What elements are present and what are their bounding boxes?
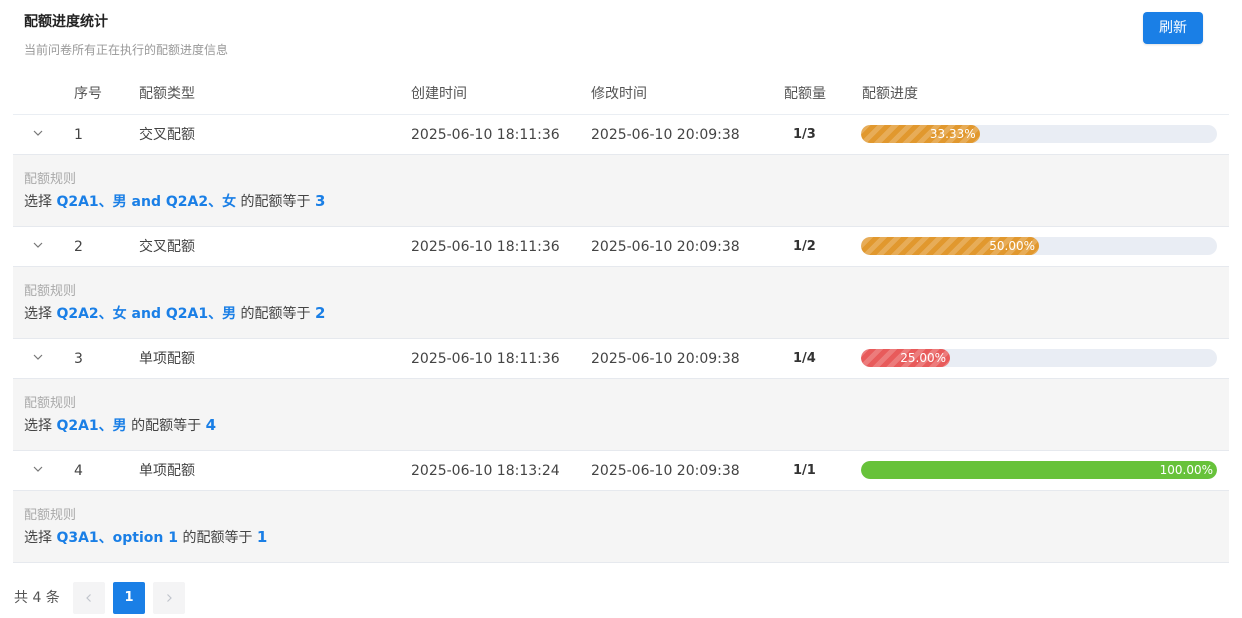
- prev-page-button[interactable]: [73, 582, 105, 614]
- table-row[interactable]: 3 单项配额 2025-06-10 18:11:36 2025-06-10 20…: [13, 339, 1229, 379]
- rule-suffix: 的配额等于: [240, 306, 311, 322]
- row-modified: 2025-06-10 20:09:38: [591, 463, 740, 479]
- rule-condition: Q3A1、option 1: [56, 530, 179, 546]
- row-index: 4: [74, 463, 83, 479]
- rule-label: 配额规则: [24, 172, 77, 187]
- row-index: 3: [74, 351, 83, 367]
- rule-prefix: 选择: [24, 530, 52, 546]
- progress-bar: 100.00%: [861, 461, 1217, 479]
- row-modified: 2025-06-10 20:09:38: [591, 127, 740, 143]
- progress-bar: 50.00%: [861, 237, 1217, 255]
- progress-label: 100.00%: [1159, 463, 1213, 477]
- progress-label: 25.00%: [900, 351, 946, 365]
- rule-suffix: 的配额等于: [131, 418, 202, 434]
- rule-prefix: 选择: [24, 306, 52, 322]
- chevron-down-icon[interactable]: [32, 351, 44, 363]
- rule-text: 选择 Q3A1、option 1 的配额等于 1: [24, 528, 267, 547]
- progress-fill: 100.00%: [861, 461, 1217, 479]
- page-title: 配额进度统计: [24, 14, 108, 30]
- progress-bar: 25.00%: [861, 349, 1217, 367]
- rule-label: 配额规则: [24, 508, 77, 523]
- row-created: 2025-06-10 18:11:36: [411, 239, 560, 255]
- rule-condition: Q2A2、女 and Q2A1、男: [56, 306, 237, 322]
- column-header-type: 配额类型: [139, 86, 195, 102]
- column-header-quantity: 配额量: [784, 86, 826, 102]
- row-index: 1: [74, 127, 83, 143]
- row-quantity: 1/3: [793, 127, 816, 142]
- rule-text: 选择 Q2A2、女 and Q2A1、男 的配额等于 2: [24, 304, 325, 323]
- rule-prefix: 选择: [24, 418, 52, 434]
- chevron-down-icon[interactable]: [32, 239, 44, 251]
- rule-count: 1: [256, 528, 268, 546]
- pagination-total: 共 4 条: [14, 590, 60, 606]
- row-type: 单项配额: [139, 351, 195, 367]
- rule-count: 4: [205, 416, 217, 434]
- pagination: 共 4 条 1: [14, 582, 314, 614]
- table-header: 序号 配额类型 创建时间 修改时间 配额量 配额进度: [13, 74, 1229, 115]
- rule-label: 配额规则: [24, 396, 77, 411]
- expanded-rule-panel: 配额规则 选择 Q2A1、男 and Q2A2、女 的配额等于 3: [13, 155, 1229, 227]
- rule-text: 选择 Q2A1、男 and Q2A2、女 的配额等于 3: [24, 192, 325, 211]
- chevron-right-icon: [167, 594, 172, 602]
- row-modified: 2025-06-10 20:09:38: [591, 351, 740, 367]
- progress-label: 50.00%: [989, 239, 1035, 253]
- rule-suffix: 的配额等于: [240, 194, 311, 210]
- progress-label: 33.33%: [929, 127, 976, 141]
- column-header-progress: 配额进度: [862, 86, 918, 102]
- row-modified: 2025-06-10 20:09:38: [591, 239, 740, 255]
- next-page-button[interactable]: [153, 582, 185, 614]
- table-row[interactable]: 4 单项配额 2025-06-10 18:13:24 2025-06-10 20…: [13, 451, 1229, 491]
- row-type: 交叉配额: [139, 239, 195, 255]
- progress-fill: 50.00%: [861, 237, 1039, 255]
- refresh-button[interactable]: 刷新: [1143, 12, 1203, 44]
- rule-condition: Q2A1、男: [56, 418, 127, 434]
- column-header-index: 序号: [74, 86, 102, 102]
- row-quantity: 1/4: [793, 351, 816, 366]
- progress-fill: 25.00%: [861, 349, 950, 367]
- column-header-modified: 修改时间: [591, 86, 647, 102]
- row-created: 2025-06-10 18:11:36: [411, 351, 560, 367]
- column-header-created: 创建时间: [411, 86, 467, 102]
- expanded-rule-panel: 配额规则 选择 Q2A2、女 and Q2A1、男 的配额等于 2: [13, 267, 1229, 339]
- expanded-rule-panel: 配额规则 选择 Q2A1、男 的配额等于 4: [13, 379, 1229, 451]
- row-created: 2025-06-10 18:11:36: [411, 127, 560, 143]
- rule-label: 配额规则: [24, 284, 77, 299]
- table-row[interactable]: 1 交叉配额 2025-06-10 18:11:36 2025-06-10 20…: [13, 115, 1229, 155]
- chevron-down-icon[interactable]: [32, 463, 44, 475]
- rule-prefix: 选择: [24, 194, 52, 210]
- expanded-rule-panel: 配额规则 选择 Q3A1、option 1 的配额等于 1: [13, 491, 1229, 563]
- progress-fill: 33.33%: [861, 125, 980, 143]
- row-quantity: 1/2: [793, 239, 816, 254]
- row-created: 2025-06-10 18:13:24: [411, 463, 560, 479]
- rule-text: 选择 Q2A1、男 的配额等于 4: [24, 416, 216, 435]
- table-row[interactable]: 2 交叉配额 2025-06-10 18:11:36 2025-06-10 20…: [13, 227, 1229, 267]
- rule-count: 3: [314, 192, 326, 210]
- progress-bar: 33.33%: [861, 125, 1217, 143]
- row-quantity: 1/1: [793, 463, 816, 478]
- rule-condition: Q2A1、男 and Q2A2、女: [56, 194, 237, 210]
- row-type: 交叉配额: [139, 127, 195, 143]
- row-type: 单项配额: [139, 463, 195, 479]
- row-index: 2: [74, 239, 83, 255]
- chevron-down-icon[interactable]: [32, 127, 44, 139]
- rule-count: 2: [314, 304, 326, 322]
- quota-table: 序号 配额类型 创建时间 修改时间 配额量 配额进度 1 交叉配额 2025-0…: [13, 74, 1229, 563]
- page-number-button[interactable]: 1: [113, 582, 145, 614]
- page-subtitle: 当前问卷所有正在执行的配额进度信息: [24, 43, 229, 57]
- rule-suffix: 的配额等于: [182, 530, 253, 546]
- chevron-left-icon: [86, 594, 91, 602]
